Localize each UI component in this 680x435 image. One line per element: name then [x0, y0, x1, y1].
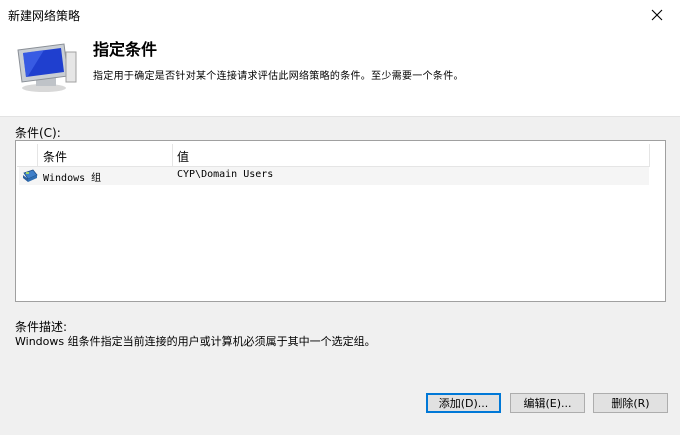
close-icon — [651, 9, 663, 21]
close-button[interactable] — [634, 0, 680, 30]
page-title: 指定条件 — [93, 40, 158, 59]
column-separator — [649, 144, 650, 166]
delete-button[interactable]: 删除(R) — [593, 393, 668, 413]
condition-cell: Windows 组 — [43, 173, 102, 184]
edit-button[interactable]: 编辑(E)... — [510, 393, 585, 413]
title-bar: 新建网络策略 — [0, 0, 680, 30]
column-header-condition[interactable]: 条件 — [43, 148, 67, 165]
wizard-header: 指定条件 指定用于确定是否针对某个连接请求评估此网络策略的条件。至少需要一个条件… — [0, 30, 680, 117]
window-title: 新建网络策略 — [8, 9, 81, 23]
page-description: 指定用于确定是否针对某个连接请求评估此网络策略的条件。至少需要一个条件。 — [93, 71, 464, 82]
column-separator — [172, 144, 173, 166]
list-header: 条件 值 — [17, 144, 650, 167]
condition-description-text: Windows 组条件指定当前连接的用户或计算机必须属于其中一个选定组。 — [15, 335, 376, 348]
add-button[interactable]: 添加(D)... — [426, 393, 501, 413]
network-monitor-icon — [17, 43, 77, 92]
table-row[interactable]: Windows 组 CYP\Domain Users — [19, 167, 649, 185]
windows-group-icon — [23, 169, 38, 182]
column-separator — [37, 144, 38, 166]
column-header-value[interactable]: 值 — [177, 148, 189, 165]
value-cell: CYP\Domain Users — [177, 169, 274, 180]
conditions-label: 条件(C): — [15, 126, 61, 140]
conditions-list[interactable]: 条件 值 Windows 组 CYP\Domain Users — [15, 140, 666, 302]
